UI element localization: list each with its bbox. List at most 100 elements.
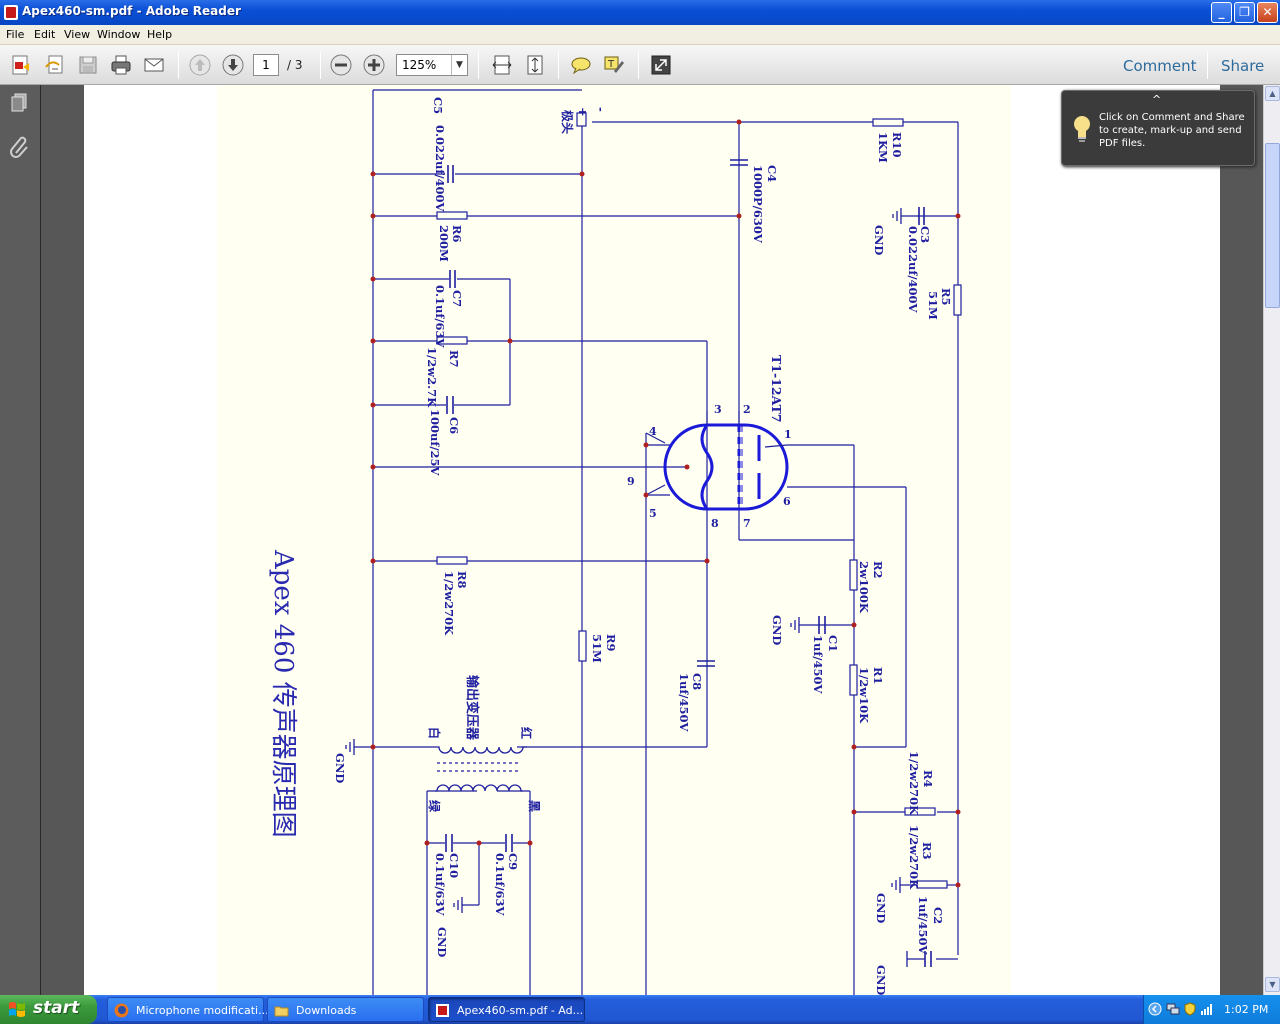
- label-c9: C9: [506, 853, 520, 870]
- zoom-level-value: 125%: [402, 58, 437, 72]
- label-r3: R3: [920, 842, 934, 860]
- label-c8-value: 1uf/450V: [677, 673, 691, 733]
- label-c7: C7: [450, 290, 464, 307]
- label-r4-value: 1/2w270K: [907, 751, 921, 816]
- next-page-icon[interactable]: [221, 53, 245, 77]
- zoom-level-select[interactable]: 125% ▼: [396, 54, 468, 76]
- label-c6: C6: [447, 417, 461, 434]
- highlight-text-icon[interactable]: T: [602, 53, 626, 77]
- folder-icon: [274, 1006, 289, 1017]
- label-r5-value: 51M: [926, 291, 940, 320]
- page-number-input[interactable]: 1: [253, 54, 279, 76]
- pin-6: 6: [783, 495, 791, 508]
- label-r6-value: 200M: [437, 225, 451, 262]
- page-total: / 3: [287, 58, 303, 72]
- save-icon[interactable]: [76, 53, 100, 77]
- taskbar: start Microphone modificati... Downloads…: [0, 995, 1280, 1024]
- label-r10-value: 1KM: [876, 132, 890, 163]
- network-icon[interactable]: [1166, 1002, 1180, 1016]
- menu-help[interactable]: Help: [147, 28, 172, 41]
- svg-text:T: T: [607, 59, 615, 70]
- menu-window[interactable]: Window: [97, 28, 140, 41]
- pin-8: 8: [711, 517, 719, 530]
- taskbar-item-adobe-reader[interactable]: Apex460-sm.pdf - Ad...: [428, 997, 585, 1022]
- label-r7-value: 1/2w2.7K: [425, 347, 439, 408]
- label-gnd-main: GND: [333, 753, 347, 783]
- wireless-signal-icon[interactable]: [1200, 1002, 1214, 1016]
- toolbar: 1 / 3 125% ▼ T Comment Share: [0, 45, 1280, 85]
- firefox-icon: [114, 1003, 129, 1018]
- label-c9-value: 0.1uf/63V: [493, 853, 507, 917]
- security-shield-icon[interactable]: [1183, 1002, 1197, 1016]
- fit-width-icon[interactable]: [490, 53, 514, 77]
- minimize-button[interactable]: _: [1211, 2, 1232, 23]
- adobe-reader-window: Apex460-sm.pdf - Adobe Reader _ ❐ ✕ File…: [0, 0, 1280, 1024]
- label-r6: R6: [450, 225, 464, 243]
- start-button[interactable]: start: [0, 995, 97, 1024]
- taskbar-item-firefox[interactable]: Microphone modificati...: [107, 997, 269, 1022]
- vertical-scrollbar[interactable]: ▲ ▼: [1263, 85, 1280, 995]
- share-link[interactable]: Share: [1221, 57, 1264, 75]
- label-r9-value: 51M: [590, 634, 604, 663]
- tray-expand-icon[interactable]: [1148, 1002, 1162, 1016]
- pin-5: 5: [649, 507, 657, 520]
- label-c7-value: 0.1uf/63V: [433, 285, 447, 349]
- menu-view[interactable]: View: [64, 28, 90, 41]
- create-pdf-icon[interactable]: [9, 53, 33, 77]
- label-capsule: 极头: [560, 110, 575, 134]
- print-icon[interactable]: [109, 53, 133, 77]
- collapse-chevron-icon[interactable]: ^: [1152, 93, 1161, 106]
- full-screen-icon[interactable]: [649, 53, 673, 77]
- zoom-out-icon[interactable]: [329, 53, 353, 77]
- scrollbar-thumb[interactable]: [1265, 143, 1280, 308]
- comment-link[interactable]: Comment: [1123, 57, 1197, 75]
- maximize-button[interactable]: ❐: [1234, 2, 1255, 23]
- document-view[interactable]: C5 0.022uf/400V 极头 + - C4 1000P/630V R10…: [41, 85, 1263, 995]
- scroll-up-icon[interactable]: ▲: [1265, 86, 1280, 101]
- label-r2: R2: [871, 561, 885, 579]
- menu-file[interactable]: File: [6, 28, 24, 41]
- pin-4: 4: [649, 425, 657, 438]
- fit-page-icon[interactable]: [523, 53, 547, 77]
- adobe-pdf-icon: [4, 5, 18, 20]
- taskbar-item-downloads[interactable]: Downloads: [267, 997, 424, 1022]
- scroll-down-icon[interactable]: ▼: [1265, 977, 1280, 992]
- window-title: Apex460-sm.pdf - Adobe Reader: [22, 4, 241, 18]
- label-c1: C1: [826, 635, 840, 652]
- label-wire-green: 绿: [427, 800, 442, 813]
- email-icon[interactable]: [142, 53, 166, 77]
- label-c4-value: 1000P/630V: [751, 165, 765, 244]
- pin-1: 1: [784, 428, 792, 441]
- pin-7: 7: [743, 517, 751, 530]
- label-gnd-c2: GND: [874, 965, 888, 995]
- label-capsule-plus: +: [576, 107, 590, 117]
- label-r8-value: 1/2w270K: [442, 571, 456, 636]
- label-gnd-c10: GND: [435, 927, 449, 957]
- attachments-paperclip-icon[interactable]: [8, 135, 32, 159]
- label-c10-value: 0.1uf/63V: [433, 853, 447, 917]
- pin-2: 2: [743, 403, 751, 416]
- edit-document-icon[interactable]: [43, 53, 67, 77]
- label-capsule-minus: -: [594, 107, 608, 112]
- label-c5: C5: [431, 97, 445, 114]
- label-wire-black: 黑: [527, 800, 541, 812]
- zoom-in-icon[interactable]: [362, 53, 386, 77]
- clock[interactable]: 1:02 PM: [1224, 1003, 1268, 1016]
- chevron-down-icon[interactable]: ▼: [451, 55, 467, 75]
- label-r10: R10: [890, 132, 904, 158]
- pages-panel-icon[interactable]: [8, 91, 32, 115]
- adobe-pdf-icon: [436, 1004, 449, 1017]
- comment-share-tooltip: ^ Click on Comment and Share to create, …: [1061, 90, 1255, 166]
- label-r1: R1: [871, 667, 885, 685]
- label-c5-value: 0.022uf/400V: [433, 125, 447, 213]
- lightbulb-icon: [1074, 116, 1090, 142]
- taskbar-item-label: Apex460-sm.pdf - Ad...: [457, 1004, 584, 1017]
- previous-page-icon[interactable]: [188, 53, 212, 77]
- navigation-pane: [0, 85, 41, 995]
- comment-bubble-icon[interactable]: [569, 53, 593, 77]
- title-bar[interactable]: Apex460-sm.pdf - Adobe Reader _ ❐ ✕: [0, 0, 1280, 25]
- label-r2-value: 2w100K: [857, 561, 871, 614]
- menu-edit[interactable]: Edit: [34, 28, 55, 41]
- schematic-sheet: C5 0.022uf/400V 极头 + - C4 1000P/630V R10…: [217, 85, 1011, 995]
- close-button[interactable]: ✕: [1257, 2, 1278, 23]
